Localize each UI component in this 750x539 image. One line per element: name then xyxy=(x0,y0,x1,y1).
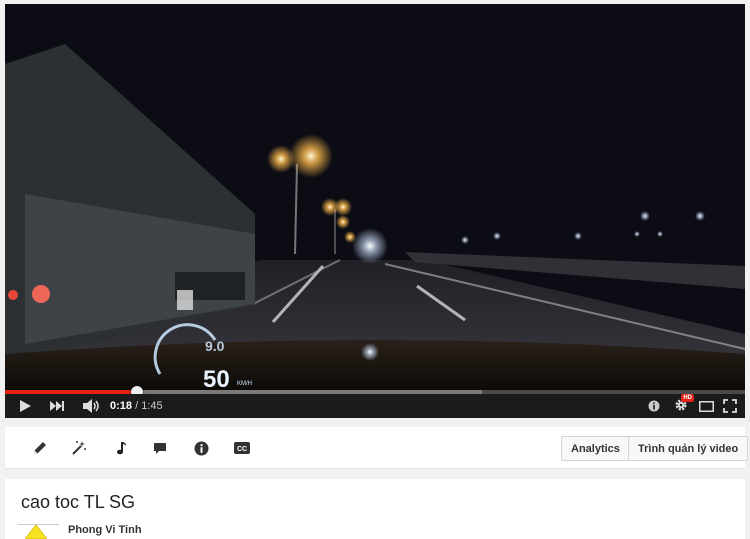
hud-speed-unit: KM/H xyxy=(237,381,252,387)
fullscreen-icon xyxy=(723,399,737,413)
play-icon xyxy=(19,400,31,412)
theater-button[interactable] xyxy=(697,394,715,418)
info-settings-button[interactable] xyxy=(191,438,211,458)
video-manager-button[interactable]: Trình quản lý video xyxy=(628,436,749,461)
volume-icon xyxy=(83,399,99,413)
pencil-icon xyxy=(34,442,46,454)
annotations-button[interactable] xyxy=(645,394,663,418)
channel-name[interactable]: Phong Vi Tinh xyxy=(68,524,142,536)
video-info: cao toc TL SG Phong Vi Tinh xyxy=(5,479,745,539)
next-icon xyxy=(50,401,64,411)
annotations-edit-button[interactable] xyxy=(150,438,170,458)
audio-button[interactable] xyxy=(111,438,131,458)
video-title: cao toc TL SG xyxy=(21,492,136,512)
next-button[interactable] xyxy=(47,394,67,418)
music-note-icon xyxy=(117,442,126,455)
info-icon xyxy=(648,400,660,412)
time-total: 1:45 xyxy=(141,400,163,412)
enhancements-button[interactable] xyxy=(30,438,50,458)
video-frame[interactable]: 9.0 50 KM/H xyxy=(5,4,745,390)
filters-button[interactable] xyxy=(69,438,89,458)
video-player[interactable]: 9.0 50 KM/H 0:18 / 1:45 HD xyxy=(5,4,745,418)
hud-speed: 50 xyxy=(203,366,230,390)
magic-wand-icon xyxy=(72,441,86,455)
settings-button[interactable]: HD xyxy=(671,393,694,418)
cc-label: CC xyxy=(237,446,247,453)
video-page: 9.0 50 KM/H 0:18 / 1:45 HD CC Analytics … xyxy=(0,0,750,539)
comment-icon xyxy=(154,442,166,454)
time-separator: / xyxy=(132,400,142,412)
hd-badge: HD xyxy=(681,393,694,402)
time-display: 0:18 / 1:45 xyxy=(110,400,163,412)
captions-button[interactable]: CC xyxy=(232,438,252,458)
player-controls: 0:18 / 1:45 HD xyxy=(5,393,745,418)
fullscreen-button[interactable] xyxy=(721,394,739,418)
creator-toolbar: CC Analytics Trình quản lý video xyxy=(5,427,749,469)
volume-button[interactable] xyxy=(81,394,103,418)
avatar[interactable] xyxy=(25,525,47,539)
hud-trip: 9.0 xyxy=(205,338,225,354)
analytics-button[interactable]: Analytics xyxy=(561,436,630,461)
time-current: 0:18 xyxy=(110,400,133,412)
cc-icon: CC xyxy=(234,442,250,454)
info-icon xyxy=(194,441,208,455)
play-button[interactable] xyxy=(15,394,35,418)
theater-icon xyxy=(698,400,714,412)
